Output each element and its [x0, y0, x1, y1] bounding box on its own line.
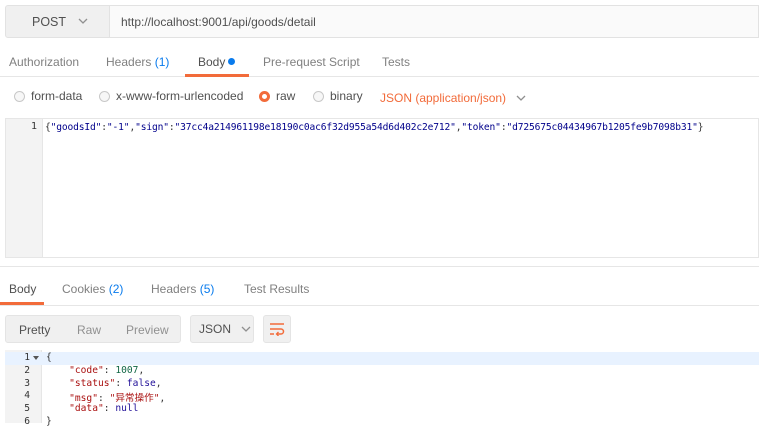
tab-count: (1)	[154, 55, 170, 69]
json-value: "d725675c04434967b1205fe9b7098b31"	[506, 122, 698, 133]
line-number: 5	[24, 403, 30, 415]
json-value: false	[126, 377, 156, 389]
view-mode-pretty[interactable]: Pretty	[19, 323, 50, 337]
line-text: {	[46, 352, 52, 363]
json-value: "-1"	[106, 122, 130, 133]
radio-raw[interactable]: raw	[259, 89, 295, 103]
response-tabs: Body Cookies (2) Headers (5) Test Result…	[0, 270, 759, 306]
radio-icon	[313, 90, 324, 102]
chevron-down-icon	[516, 95, 526, 101]
tab-label: Test Results	[244, 282, 310, 296]
code-line: 4 "msg": "异常操作",	[5, 390, 759, 404]
tab-label: Pre-request Script	[263, 55, 360, 69]
tab-label: Headers	[106, 55, 152, 69]
line-number: 1	[30, 121, 37, 132]
code-line: 2 "code": 1007,	[5, 365, 759, 378]
json-punct: ,	[155, 377, 162, 389]
radio-icon	[99, 90, 110, 102]
json-key: "goodsId"	[50, 122, 102, 133]
request-body-editor[interactable]: 1 {"goodsId":"-1","sign":"37cc4a21496119…	[5, 118, 759, 258]
fold-arrow-icon[interactable]	[33, 356, 39, 360]
radio-selected-icon	[259, 90, 270, 102]
request-tabs: Authorization Headers (1) Body Pre-reque…	[0, 44, 759, 77]
tab-label: Body	[198, 55, 226, 69]
tab-label: Authorization	[9, 55, 80, 69]
radio-form-data[interactable]: form-data	[14, 89, 82, 103]
line-number: 6	[24, 416, 30, 427]
body-type-selector: form-data x-www-form-urlencoded raw bina…	[0, 84, 759, 112]
tab-label: Body	[9, 282, 37, 296]
tab-tests[interactable]: Tests	[382, 55, 410, 69]
tab-test-results[interactable]: Test Results	[244, 282, 309, 296]
tab-authorization[interactable]: Authorization	[9, 55, 79, 69]
code-line: 6 }	[5, 416, 759, 429]
code-line: 3 "status": false,	[5, 378, 759, 391]
tab-label: Tests	[382, 55, 411, 69]
format-label: JSON	[199, 322, 232, 336]
json-key: "status"	[69, 377, 116, 389]
radio-label: x-www-form-urlencoded	[116, 89, 244, 103]
content-type-dropdown[interactable]: JSON (application/json)	[380, 91, 527, 105]
json-punct: ,	[138, 364, 145, 376]
request-bar: POST http://localhost:9001/api/goods/det…	[0, 0, 759, 44]
radio-label: raw	[276, 89, 296, 103]
tab-count: (2)	[108, 282, 124, 296]
view-mode-segmented-control: Pretty Raw Preview	[5, 315, 181, 343]
chevron-down-icon	[78, 18, 88, 24]
line-text: "code": 1007,	[69, 364, 145, 376]
json-key: "code"	[69, 364, 104, 376]
method-label: POST	[32, 14, 67, 29]
line-number: 1	[24, 352, 30, 363]
json-value: 1007	[115, 364, 139, 376]
code-line: 5 "data": null	[5, 403, 759, 416]
radio-binary[interactable]: binary	[313, 89, 363, 103]
line-number: 3	[24, 377, 30, 389]
url-input[interactable]: http://localhost:9001/api/goods/detail	[110, 5, 759, 38]
response-body-viewer[interactable]: 1 { 2 "code": 1007, 3 "status": false, 4…	[5, 350, 759, 427]
tab-pre-request-script[interactable]: Pre-request Script	[263, 55, 360, 69]
response-view-bar: Pretty Raw Preview JSON	[0, 314, 759, 346]
tab-body[interactable]: Body	[198, 55, 236, 69]
chevron-down-icon	[241, 326, 251, 332]
radio-x-www-form-urlencoded[interactable]: x-www-form-urlencoded	[99, 89, 243, 103]
tab-response-headers[interactable]: Headers (5)	[151, 282, 214, 296]
line-text: "status": false,	[69, 377, 162, 389]
method-select[interactable]: POST	[5, 5, 110, 38]
line-number: 2	[24, 364, 30, 376]
response-format-dropdown[interactable]: JSON	[190, 315, 254, 343]
tab-label: Cookies	[62, 282, 106, 296]
modified-dot-icon	[228, 58, 236, 65]
tab-headers[interactable]: Headers (1)	[106, 55, 169, 69]
request-body-code: {"goodsId":"-1","sign":"37cc4a214961198e…	[45, 122, 704, 133]
line-text: }	[46, 416, 52, 427]
section-divider	[0, 266, 759, 267]
url-text: http://localhost:9001/api/goods/detail	[121, 14, 316, 29]
json-key: "sign"	[135, 122, 169, 133]
view-mode-raw[interactable]: Raw	[77, 323, 101, 337]
code-line: 1 {	[5, 352, 759, 365]
tab-cookies[interactable]: Cookies (2)	[62, 282, 123, 296]
json-value: "37cc4a214961198e18190c0ac6f32d955a54d6d…	[174, 122, 456, 133]
json-value: null	[115, 403, 139, 415]
wrap-lines-button[interactable]	[263, 315, 291, 343]
line-text: "data": null	[69, 403, 139, 415]
json-key: "data"	[69, 403, 104, 415]
wrap-lines-icon	[270, 323, 285, 336]
tab-label: Headers	[151, 282, 197, 296]
content-type-label: JSON (application/json)	[380, 91, 507, 105]
view-mode-preview[interactable]: Preview	[126, 323, 169, 337]
tab-response-body[interactable]: Body	[9, 282, 36, 296]
radio-label: binary	[330, 89, 363, 103]
line-number: 4	[24, 390, 30, 402]
active-tab-indicator	[0, 302, 44, 305]
radio-icon	[14, 90, 25, 102]
radio-label: form-data	[31, 89, 83, 103]
active-tab-indicator	[185, 74, 249, 77]
json-key: "token"	[461, 122, 501, 133]
line-gutter: 1	[6, 119, 43, 257]
tab-count: (5)	[199, 282, 215, 296]
